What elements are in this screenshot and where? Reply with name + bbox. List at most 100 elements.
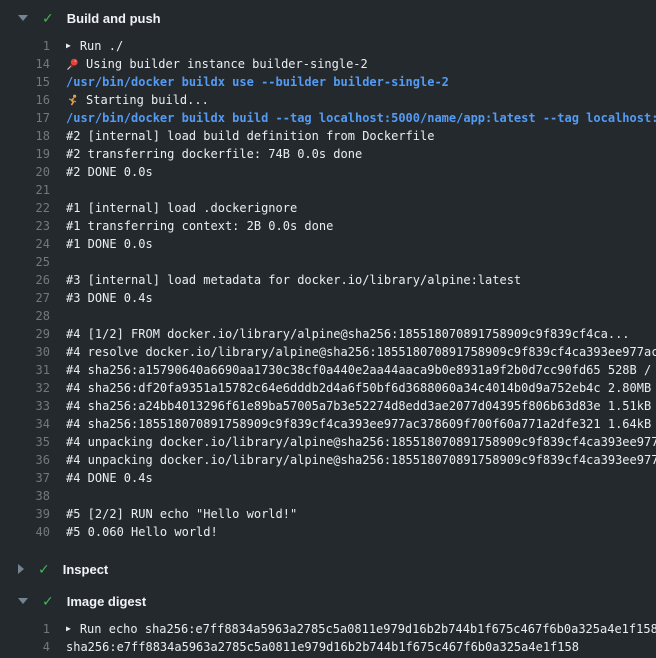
section-title: Image digest xyxy=(67,594,146,609)
runner-icon xyxy=(66,94,79,107)
log-line: 28 xyxy=(0,307,656,325)
line-number[interactable]: 30 xyxy=(0,345,50,359)
log-lines-container: 1 ▶ Run echo sha256:e7ff8834a5963a2785c5a0… xyxy=(0,617,656,658)
log-text-content: #3 DONE 0.4s xyxy=(66,291,153,305)
log-text: /usr/bin/docker buildx use --builder bui… xyxy=(66,75,449,89)
line-number[interactable]: 33 xyxy=(0,399,50,413)
log-text-content: #2 transferring dockerfile: 74B 0.0s don… xyxy=(66,147,362,161)
log-line: 19 #2 transferring dockerfile: 74B 0.0s d… xyxy=(0,145,656,163)
section-header-build-and-push[interactable]: ✓ Build and push xyxy=(0,2,656,34)
log-text-content: Run ./ xyxy=(80,39,123,53)
section-inspect: ✓ Inspect xyxy=(0,553,656,585)
log-text-content: #4 [1/2] FROM docker.io/library/alpine@s… xyxy=(66,327,630,341)
line-number[interactable]: 16 xyxy=(0,93,50,107)
log-line: 18 #2 [internal] load build definition fr… xyxy=(0,127,656,145)
log-text: #3 [internal] load metadata for docker.i… xyxy=(66,273,521,287)
log-text: #5 0.060 Hello world! xyxy=(66,525,218,539)
log-text: #4 sha256:185518070891758909c9f839cf4ca3… xyxy=(66,417,656,431)
line-number[interactable]: 25 xyxy=(0,255,50,269)
line-number[interactable]: 29 xyxy=(0,327,50,341)
log-line: 21 xyxy=(0,181,656,199)
log-line: 16 Starting build... xyxy=(0,91,656,109)
log-line: 1 ▶ Run echo sha256:e7ff8834a5963a2785c5a0… xyxy=(0,620,656,638)
line-number[interactable]: 23 xyxy=(0,219,50,233)
log-line: 15/usr/bin/docker buildx use --builder b… xyxy=(0,73,656,91)
line-number[interactable]: 19 xyxy=(0,147,50,161)
chevron-down-icon[interactable] xyxy=(18,598,28,604)
line-number[interactable]: 35 xyxy=(0,435,50,449)
log-line: 31#4 sha256:a15790640a6690aa1730c38cf0a4… xyxy=(0,361,656,379)
group-expand-icon[interactable]: ▶ xyxy=(66,37,71,55)
line-number[interactable]: 26 xyxy=(0,273,50,287)
log-line: 4 sha256:e7ff8834a5963a2785c5a0811e979d16… xyxy=(0,638,656,656)
line-number[interactable]: 20 xyxy=(0,165,50,179)
log-text-content: #1 [internal] load .dockerignore xyxy=(66,201,297,215)
section-title: Inspect xyxy=(63,562,109,577)
log-text-content: #4 sha256:185518070891758909c9f839cf4ca3… xyxy=(66,417,656,431)
log-text: Using builder instance builder-single-2 xyxy=(66,57,368,71)
line-number[interactable]: 22 xyxy=(0,201,50,215)
group-expand-icon[interactable]: ▶ xyxy=(66,620,71,638)
log-text-content: #4 sha256:a24bb4013296f61e89ba57005a7b3e… xyxy=(66,399,656,413)
line-number[interactable]: 37 xyxy=(0,471,50,485)
log-text-content: #5 [2/2] RUN echo "Hello world!" xyxy=(66,507,297,521)
log-text-content: #4 DONE 0.4s xyxy=(66,471,153,485)
line-number[interactable]: 39 xyxy=(0,507,50,521)
line-number[interactable]: 36 xyxy=(0,453,50,467)
line-number[interactable]: 17 xyxy=(0,111,50,125)
line-number[interactable]: 34 xyxy=(0,417,50,431)
log-line: 33 #4 sha256:a24bb4013296f61e89ba57005a7b… xyxy=(0,397,656,415)
log-text: #2 DONE 0.0s xyxy=(66,165,153,179)
log-text: #1 transferring context: 2B 0.0s done xyxy=(66,219,333,233)
log-text: #4 [1/2] FROM docker.io/library/alpine@s… xyxy=(66,327,630,341)
line-number[interactable]: 28 xyxy=(0,309,50,323)
log-text-content: Using builder instance builder-single-2 xyxy=(86,57,368,71)
log-lines-container: 1 ▶ Run ./ 14 Using builder instance builder… xyxy=(0,34,656,547)
log-line: 1 ▶ Run ./ xyxy=(0,37,656,55)
line-number[interactable]: 4 xyxy=(0,640,50,654)
section-header-inspect[interactable]: ✓ Inspect xyxy=(0,553,656,585)
log-line: 17/usr/bin/docker buildx build --tag loc… xyxy=(0,109,656,127)
log-text-content: #4 unpacking docker.io/library/alpine@sh… xyxy=(66,435,656,449)
log-text-content: #2 DONE 0.0s xyxy=(66,165,153,179)
log-line: 32#4 sha256:df20fa9351a15782c64e6dddb2d4… xyxy=(0,379,656,397)
line-number[interactable]: 1 xyxy=(0,622,50,636)
chevron-right-icon[interactable] xyxy=(18,564,24,574)
log-text-content: Starting build... xyxy=(86,93,209,107)
log-text: Starting build... xyxy=(66,93,209,107)
log-text-content: #5 0.060 Hello world! xyxy=(66,525,218,539)
log-line: 39 #5 [2/2] RUN echo "Hello world!" xyxy=(0,505,656,523)
log-line: 38 xyxy=(0,487,656,505)
line-number[interactable]: 40 xyxy=(0,525,50,539)
log-text: #1 [internal] load .dockerignore xyxy=(66,201,297,215)
log-text-content: #3 [internal] load metadata for docker.i… xyxy=(66,273,521,287)
log-line: 23 #1 transferring context: 2B 0.0s done xyxy=(0,217,656,235)
log-text: /usr/bin/docker buildx build --tag local… xyxy=(66,111,656,125)
line-number[interactable]: 14 xyxy=(0,57,50,71)
section-header-image-digest[interactable]: ✓ Image digest xyxy=(0,585,656,617)
line-number[interactable]: 24 xyxy=(0,237,50,251)
log-text-content: sha256:e7ff8834a5963a2785c5a0811e979d16b… xyxy=(66,640,579,654)
log-text-content: Run echo sha256:e7ff8834a5963a2785c5a081… xyxy=(80,622,656,636)
line-number[interactable]: 27 xyxy=(0,291,50,305)
line-number[interactable]: 15 xyxy=(0,75,50,89)
chevron-down-icon[interactable] xyxy=(18,15,28,21)
success-check-icon: ✓ xyxy=(42,11,54,25)
section-title: Build and push xyxy=(67,11,161,26)
log-text: #4 resolve docker.io/library/alpine@sha2… xyxy=(66,345,656,359)
line-number[interactable]: 18 xyxy=(0,129,50,143)
log-text: #4 unpacking docker.io/library/alpine@sh… xyxy=(66,453,656,467)
log-text: #4 DONE 0.4s xyxy=(66,471,153,485)
line-number[interactable]: 32 xyxy=(0,381,50,395)
log-text-content: #2 [internal] load build definition from… xyxy=(66,129,434,143)
log-text: #4 unpacking docker.io/library/alpine@sh… xyxy=(66,435,656,449)
line-number[interactable]: 38 xyxy=(0,489,50,503)
line-number[interactable]: 31 xyxy=(0,363,50,377)
log-line: 35 #4 unpacking docker.io/library/alpine@… xyxy=(0,433,656,451)
log-line: 27 #3 DONE 0.4s xyxy=(0,289,656,307)
line-number[interactable]: 21 xyxy=(0,183,50,197)
log-line: 36 #4 unpacking docker.io/library/alpine@… xyxy=(0,451,656,469)
log-line: 37 #4 DONE 0.4s xyxy=(0,469,656,487)
line-number[interactable]: 1 xyxy=(0,39,50,53)
log-line: 34 #4 sha256:185518070891758909c9f839cf4c… xyxy=(0,415,656,433)
